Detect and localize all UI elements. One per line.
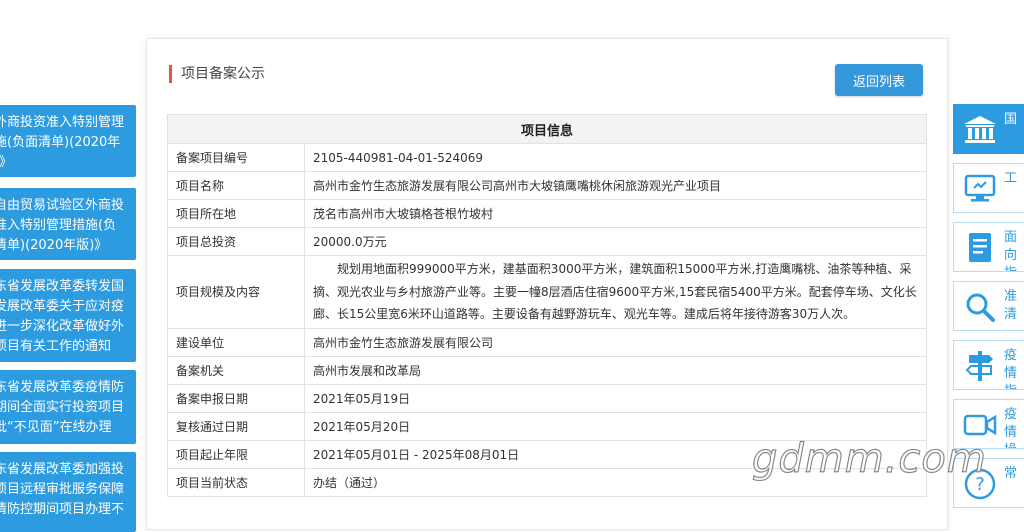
- policy-notice-item[interactable]: 东省发展改革委加强投 项目远程审批服务保障 情防控期间项目办理不: [0, 452, 136, 532]
- page-title: 项目备案公示: [169, 65, 265, 83]
- row-value: 茂名市高州市大坡镇格苍根竹坡村: [304, 199, 927, 228]
- row-label: 项目规模及内容: [167, 255, 305, 329]
- policy-notice-item[interactable]: 外商投资准入特别管理 施(负面清单)(2020年 )》: [0, 105, 136, 177]
- table-row: 备案机关 高州市发展和改革局: [167, 355, 927, 385]
- watermark-logo: gdmm.com: [751, 435, 987, 482]
- back-to-list-button[interactable]: 返回列表: [835, 64, 923, 96]
- table-row: 项目规模及内容 规划用地面积999000平方米，建基面积3000平方米，建筑面积…: [167, 255, 927, 329]
- row-label: 复核通过日期: [167, 411, 305, 441]
- row-value: 规划用地面积999000平方米，建基面积3000平方米，建筑面积15000平方米…: [304, 255, 927, 329]
- row-value: 2105-440981-04-01-524069: [304, 143, 927, 172]
- row-label: 项目起止年限: [167, 439, 305, 469]
- row-label: 备案项目编号: [167, 143, 305, 172]
- sidebar-item-epidemic-guide[interactable]: 疫情 指: [953, 340, 1024, 390]
- project-scope-text: 规划用地面积999000平方米，建基面积3000平方米，建筑面积15000平方米…: [313, 262, 917, 321]
- row-label: 项目总投资: [167, 227, 305, 256]
- policy-notice-item[interactable]: 自由贸易试验区外商投 准入特别管理措施(负 清单)(2020年版)》: [0, 188, 136, 260]
- table-row: 项目名称 高州市金竹生态旅游发展有限公司高州市大坡镇鹰嘴桃休闲旅游观光产业项目: [167, 171, 927, 200]
- row-value: 高州市发展和改革局: [304, 355, 927, 385]
- sidebar-item-access-list[interactable]: 准 清: [953, 281, 1024, 331]
- table-row: 建设单位 高州市金竹生态旅游发展有限公司: [167, 327, 927, 357]
- row-value: 20000.0万元: [304, 227, 927, 256]
- row-label: 备案机关: [167, 355, 305, 385]
- sidebar-item-national[interactable]: 国: [953, 104, 1024, 154]
- table-row: 项目总投资 20000.0万元: [167, 227, 927, 256]
- policy-notice-item[interactable]: 东省发展改革委疫情防 期间全面实行投资项目 批“不见面”在线办理: [0, 370, 136, 444]
- table-row: 备案申报日期 2021年05月19日: [167, 383, 927, 413]
- table-header-row: 项目信息: [167, 114, 927, 144]
- row-label: 建设单位: [167, 327, 305, 357]
- sidebar-item-guide[interactable]: 面向 指: [953, 222, 1024, 272]
- signpost-icon: [960, 347, 1000, 385]
- sidebar-item-work[interactable]: 工: [953, 163, 1024, 213]
- row-label: 备案申报日期: [167, 383, 305, 413]
- row-label: 项目所在地: [167, 199, 305, 228]
- row-label: 项目当前状态: [167, 467, 305, 497]
- row-value: 2021年05月19日: [304, 383, 927, 413]
- row-value: 高州市金竹生态旅游发展有限公司: [304, 327, 927, 357]
- policy-notice-item[interactable]: 东省发展改革委转发国 发展改革委关于应对疫 进一步深化改革做好外 项目有关工作的…: [0, 269, 136, 362]
- document-list-icon: [960, 229, 1000, 267]
- table-header: 项目信息: [167, 114, 927, 144]
- table-row: 备案项目编号 2105-440981-04-01-524069: [167, 143, 927, 172]
- search-magnifier-icon: [960, 288, 1000, 326]
- government-building-icon: [960, 111, 1000, 149]
- computer-monitor-icon: [960, 170, 1000, 208]
- row-label: 项目名称: [167, 171, 305, 200]
- table-row: 项目所在地 茂名市高州市大坡镇格苍根竹坡村: [167, 199, 927, 228]
- row-value: 高州市金竹生态旅游发展有限公司高州市大坡镇鹰嘴桃休闲旅游观光产业项目: [304, 171, 927, 200]
